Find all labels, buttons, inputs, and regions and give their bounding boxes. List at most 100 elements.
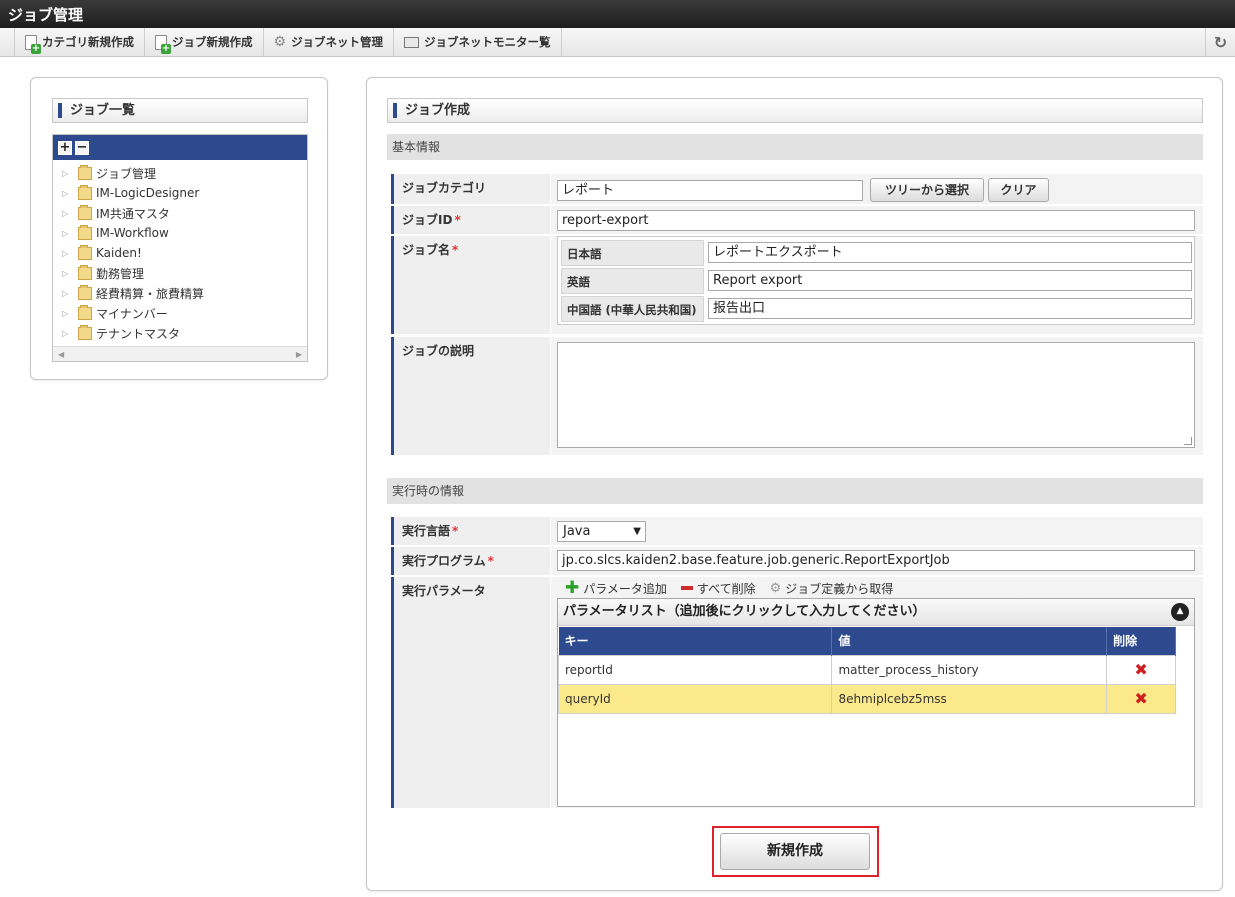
tree-node-label: 勤務管理 bbox=[96, 266, 145, 281]
param-list-header: パラメータリスト（追加後にクリックして入力してください） ▲ bbox=[558, 599, 1194, 626]
job-category-label: ジョブカテゴリ bbox=[391, 174, 550, 204]
folder-icon bbox=[78, 244, 92, 260]
expand-arrow-icon[interactable]: ▷ bbox=[62, 309, 78, 318]
collapse-all-button[interactable]: − bbox=[75, 140, 89, 155]
folder-icon bbox=[78, 304, 92, 320]
expand-arrow-icon[interactable]: ▷ bbox=[62, 209, 78, 218]
job-id-label-text: ジョブID bbox=[402, 213, 453, 227]
required-mark: * bbox=[487, 554, 494, 568]
tree-node[interactable]: ▷ 経費精算・旅費精算 bbox=[53, 283, 307, 303]
job-description-textarea[interactable] bbox=[557, 342, 1195, 448]
delete-all-button[interactable]: すべて削除 bbox=[680, 580, 756, 597]
exec-language-select[interactable]: Java ▼ bbox=[557, 521, 646, 542]
expand-arrow-icon[interactable]: ▷ bbox=[62, 229, 78, 238]
create-button[interactable]: 新規作成 bbox=[720, 833, 870, 870]
lang-row-en: 英語 Report export bbox=[561, 268, 1192, 294]
tree-node[interactable]: ▷ Kaiden! bbox=[53, 243, 307, 263]
job-name-zh-field[interactable]: 报告出口 bbox=[708, 298, 1192, 319]
new-job-button[interactable]: ジョブ新規作成 bbox=[145, 27, 264, 57]
expand-arrow-icon[interactable]: ▷ bbox=[62, 289, 78, 298]
exec-params-label: 実行パラメータ bbox=[391, 577, 550, 808]
tree-horizontal-scrollbar[interactable]: ◀ ▶ bbox=[53, 346, 307, 361]
param-value-cell[interactable]: 8ehmiplcebz5mss bbox=[831, 683, 1108, 714]
lang-row-zh: 中国語 (中華人民共和国) 报告出口 bbox=[561, 296, 1192, 322]
folder-icon bbox=[78, 204, 92, 220]
runtime-info-band: 実行時の情報 bbox=[387, 478, 1203, 504]
tree-node-label: IM-Workflow bbox=[96, 226, 169, 240]
folder-icon bbox=[78, 184, 92, 200]
clear-button[interactable]: クリア bbox=[988, 178, 1049, 202]
job-tree: + − ▷ ジョブ管理 ▷ IM-LogicDesigner ▷ IM共通マスタ ▷ I… bbox=[52, 134, 308, 362]
folder-icon bbox=[78, 164, 92, 180]
expand-arrow-icon[interactable]: ▷ bbox=[62, 329, 78, 338]
table-row[interactable]: queryId 8ehmiplcebz5mss ✖ bbox=[557, 683, 1176, 714]
tree-node[interactable]: ▷ IM共通マスタ bbox=[53, 203, 307, 223]
expand-arrow-icon[interactable]: ▷ bbox=[62, 189, 78, 198]
from-job-def-button[interactable]: ⚙ ジョブ定義から取得 bbox=[770, 580, 894, 597]
col-key: キー bbox=[558, 627, 833, 655]
job-name-en-field[interactable]: Report export bbox=[708, 270, 1192, 291]
expand-arrow-icon[interactable]: ▷ bbox=[62, 169, 78, 178]
add-param-label: パラメータ追加 bbox=[583, 581, 667, 596]
delete-x-icon[interactable]: ✖ bbox=[1134, 689, 1147, 708]
tree-node[interactable]: ▷ 勤務管理 bbox=[53, 263, 307, 283]
tree-node[interactable]: ▷ IM-Workflow bbox=[53, 223, 307, 243]
jobnet-monitor-button[interactable]: ジョブネットモニター覧 bbox=[394, 27, 562, 57]
expand-arrow-icon[interactable]: ▷ bbox=[62, 249, 78, 258]
job-create-panel: ジョブ作成 基本情報 ジョブカテゴリ レポート ツリーから選択 クリア ジョブI… bbox=[366, 77, 1223, 891]
tree-node-label: IM共通マスタ bbox=[96, 206, 170, 221]
job-description-label: ジョブの説明 bbox=[391, 337, 550, 455]
basic-info-band: 基本情報 bbox=[387, 134, 1203, 160]
plus-icon: ✚ bbox=[565, 578, 580, 598]
delete-x-icon[interactable]: ✖ bbox=[1134, 660, 1147, 679]
tree-node-label: IM-LogicDesigner bbox=[96, 186, 200, 200]
new-category-label: カテゴリ新規作成 bbox=[42, 35, 134, 49]
add-param-button[interactable]: ✚ パラメータ追加 bbox=[565, 580, 667, 597]
job-list-title: ジョブ一覧 bbox=[52, 98, 308, 123]
lang-name: 日本語 bbox=[561, 240, 704, 266]
scroll-right-icon[interactable]: ▶ bbox=[296, 350, 302, 359]
table-row[interactable]: reportId matter_process_history ✖ bbox=[557, 654, 1176, 685]
app-title: ジョブ管理 bbox=[0, 0, 1235, 28]
delete-all-label: すべて削除 bbox=[696, 581, 756, 596]
tree-node[interactable]: ▷ ジョブ管理 bbox=[53, 163, 307, 183]
job-name-ja-field[interactable]: レポートエクスポート bbox=[708, 242, 1192, 263]
required-mark: * bbox=[452, 524, 459, 538]
jobnet-manage-button[interactable]: ⚙ ジョブネット管理 bbox=[264, 27, 395, 57]
jobnet-monitor-label: ジョブネットモニター覧 bbox=[424, 35, 551, 49]
tree-node[interactable]: ▷ テナントマスタ bbox=[53, 323, 307, 343]
tree-node-label: マイナンバー bbox=[96, 306, 168, 321]
tree-select-button[interactable]: ツリーから選択 bbox=[870, 178, 984, 202]
param-list: パラメータリスト（追加後にクリックして入力してください） ▲ キー 値 削除 r… bbox=[557, 598, 1195, 807]
scroll-left-icon[interactable]: ◀ bbox=[58, 350, 64, 359]
minus-icon bbox=[680, 586, 693, 590]
toolbar: カテゴリ新規作成 ジョブ新規作成 ⚙ ジョブネット管理 ジョブネットモニター覧 … bbox=[0, 27, 1235, 57]
job-id-field[interactable]: report-export bbox=[557, 210, 1195, 231]
lang-name: 中国語 (中華人民共和国) bbox=[561, 296, 704, 322]
new-category-button[interactable]: カテゴリ新規作成 bbox=[14, 27, 145, 57]
create-button-highlight: 新規作成 bbox=[712, 826, 879, 877]
param-list-title: パラメータリスト（追加後にクリックして入力してください） bbox=[563, 604, 926, 619]
tree-node[interactable]: ▷ IM-LogicDesigner bbox=[53, 183, 307, 203]
expand-all-button[interactable]: + bbox=[58, 140, 72, 155]
folder-icon bbox=[78, 224, 92, 240]
job-name-lang-table: 日本語 レポートエクスポート 英語 Report export 中国語 (中華人… bbox=[557, 236, 1195, 325]
folder-icon bbox=[78, 324, 92, 340]
param-key-cell[interactable]: reportId bbox=[557, 654, 833, 685]
expand-arrow-icon[interactable]: ▷ bbox=[62, 269, 78, 278]
tree-node-label: Kaiden! bbox=[96, 246, 142, 260]
folder-icon bbox=[78, 284, 92, 300]
param-table: キー 値 削除 reportId matter_process_history … bbox=[557, 627, 1176, 714]
tree-node[interactable]: ▷ マイナンバー bbox=[53, 303, 307, 323]
param-value-cell[interactable]: matter_process_history bbox=[831, 654, 1108, 685]
required-mark: * bbox=[454, 213, 461, 227]
job-name-label-text: ジョブ名 bbox=[402, 243, 451, 257]
job-category-field[interactable]: レポート bbox=[557, 180, 863, 201]
param-delete-cell: ✖ bbox=[1106, 654, 1176, 685]
param-key-cell[interactable]: queryId bbox=[557, 683, 833, 714]
refresh-icon[interactable]: ↻ bbox=[1205, 28, 1235, 57]
lang-name: 英語 bbox=[561, 268, 704, 294]
collapse-icon[interactable]: ▲ bbox=[1171, 603, 1189, 621]
job-list-panel: ジョブ一覧 + − ▷ ジョブ管理 ▷ IM-LogicDesigner ▷ IM共通… bbox=[30, 77, 328, 380]
exec-program-field[interactable]: jp.co.slcs.kaiden2.base.feature.job.gene… bbox=[557, 550, 1195, 571]
